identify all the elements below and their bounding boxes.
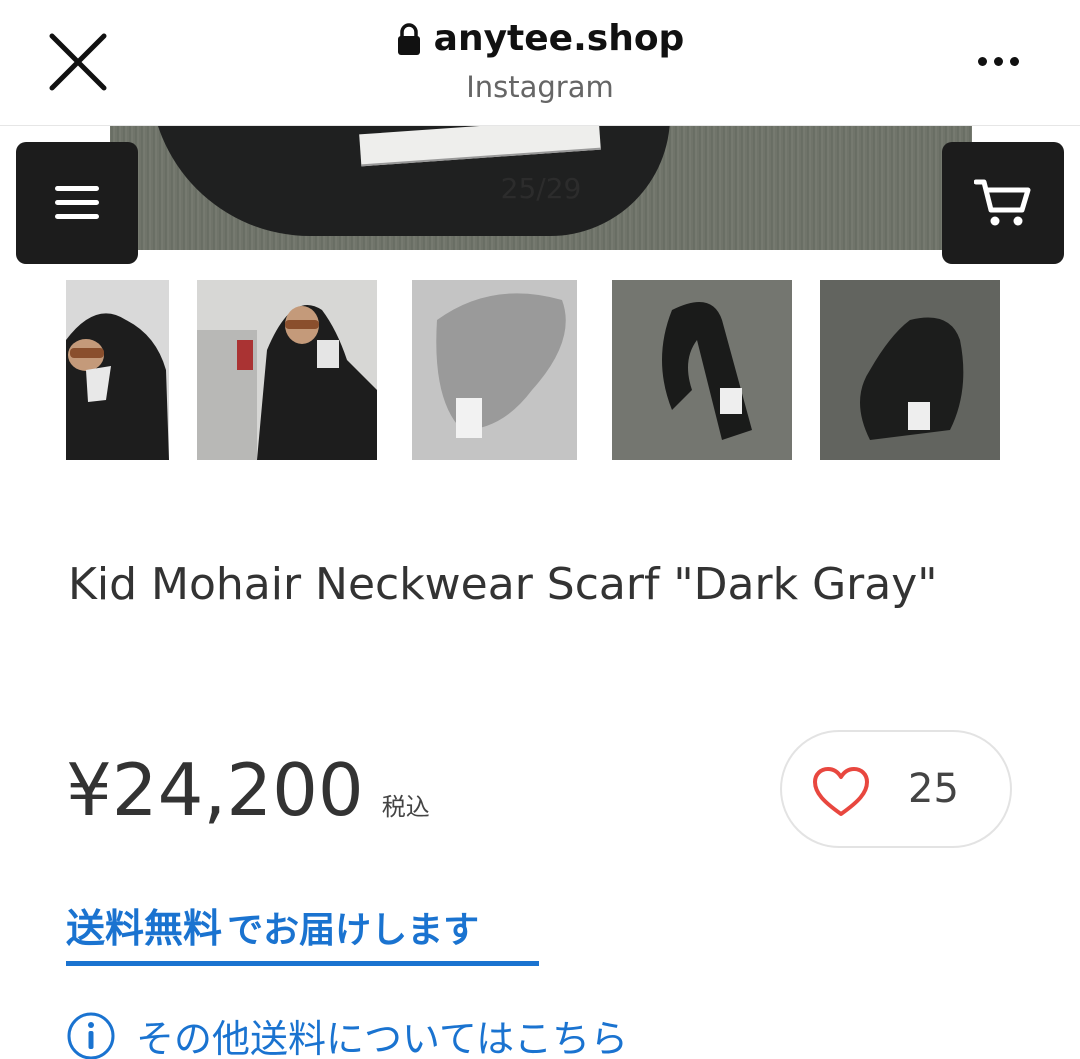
thumbnail-photo [612, 280, 792, 460]
thumbnail-1[interactable] [66, 280, 169, 460]
other-shipping-text: その他送料についてはこちら [136, 1017, 629, 1059]
free-shipping-label: 送料無料 [66, 907, 223, 952]
menu-button[interactable] [16, 142, 138, 264]
product-price: ¥24,200 [66, 748, 364, 832]
thumbnail-photo [197, 280, 377, 460]
thumbnail-2[interactable] [197, 280, 377, 460]
address-bar[interactable]: anytee.shop Instagram [0, 18, 1080, 104]
page: anytee.shop Instagram 25/29 Kid Mohair N… [0, 0, 1080, 1059]
tax-included-label: 税込 [381, 793, 430, 821]
other-shipping-link[interactable]: その他送料についてはこちら [66, 1008, 628, 1059]
browser-top-bar: anytee.shop Instagram [0, 0, 1080, 126]
like-button[interactable]: 25 [780, 730, 1012, 848]
cart-button[interactable] [942, 142, 1064, 264]
thumbnail-5[interactable] [820, 280, 1000, 460]
more-icon [978, 57, 987, 66]
like-count: 25 [908, 766, 959, 812]
price-row: ¥24,200 税込 [66, 748, 430, 832]
menu-icon [55, 186, 99, 219]
cart-icon [974, 179, 1031, 226]
domain-text: anytee.shop [433, 18, 685, 59]
lock-icon [396, 22, 422, 56]
image-counter: 25/29 [500, 172, 582, 205]
free-shipping-suffix: でお届けします [227, 910, 480, 951]
product-title: Kid Mohair Neckwear Scarf "Dark Gray" [68, 559, 938, 610]
info-icon [66, 1011, 116, 1059]
more-options-button[interactable] [978, 52, 1028, 72]
heart-icon [813, 767, 869, 816]
product-main-image[interactable]: 25/29 [110, 126, 972, 250]
free-shipping-banner: 送料無料 でお届けします [66, 898, 539, 966]
source-app-label: Instagram [466, 69, 614, 104]
thumbnail-photo [66, 280, 169, 460]
thumbnail-photo [412, 280, 577, 460]
thumbnail-3[interactable] [412, 280, 577, 460]
thumbnail-photo [820, 280, 1000, 460]
thumbnail-4[interactable] [612, 280, 792, 460]
